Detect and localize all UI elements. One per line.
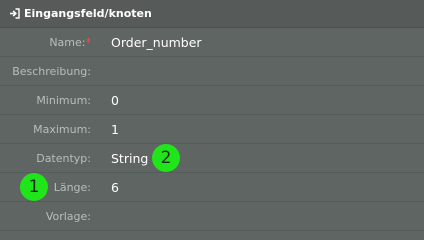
field-label-vorlage: Vorlage: (45, 210, 91, 223)
field-value-laenge[interactable]: 6 (111, 174, 119, 202)
field-row-beschreibung: Beschreibung: (0, 58, 424, 86)
field-label-datentyp: Datentyp: (36, 152, 91, 165)
field-value-datentyp[interactable]: String (111, 145, 148, 173)
field-value-minimum[interactable]: 0 (111, 87, 119, 115)
field-row-minimum: Minimum: 0 (0, 87, 424, 115)
field-value-name[interactable]: Order_number (111, 29, 202, 57)
field-row-maximum: Maximum: 1 (0, 116, 424, 144)
annotation-marker-2: 2 (152, 144, 180, 172)
field-label-maximum: Maximum: (33, 123, 91, 136)
field-label-beschreibung: Beschreibung: (12, 65, 91, 78)
field-value-maximum[interactable]: 1 (111, 116, 119, 144)
panel-header: Eingangsfeld/knoten (0, 0, 424, 28)
panel-title: Eingangsfeld/knoten (24, 7, 152, 20)
field-label-minimum: Minimum: (36, 94, 91, 107)
field-label-name: Name:* (0, 29, 91, 57)
field-row-vorlage: Vorlage: (0, 203, 424, 231)
field-row-datentyp: Datentyp: String (0, 145, 424, 173)
field-row-laenge: Länge: 6 (0, 174, 424, 202)
properties-panel: Eingangsfeld/knoten Name:* Order_number … (0, 0, 424, 238)
sign-in-icon (8, 8, 20, 20)
field-row-name: Name:* Order_number (0, 29, 424, 57)
required-asterisk: * (85, 36, 92, 49)
annotation-marker-1: 1 (20, 173, 48, 201)
field-label-name-text: Name: (49, 36, 86, 49)
